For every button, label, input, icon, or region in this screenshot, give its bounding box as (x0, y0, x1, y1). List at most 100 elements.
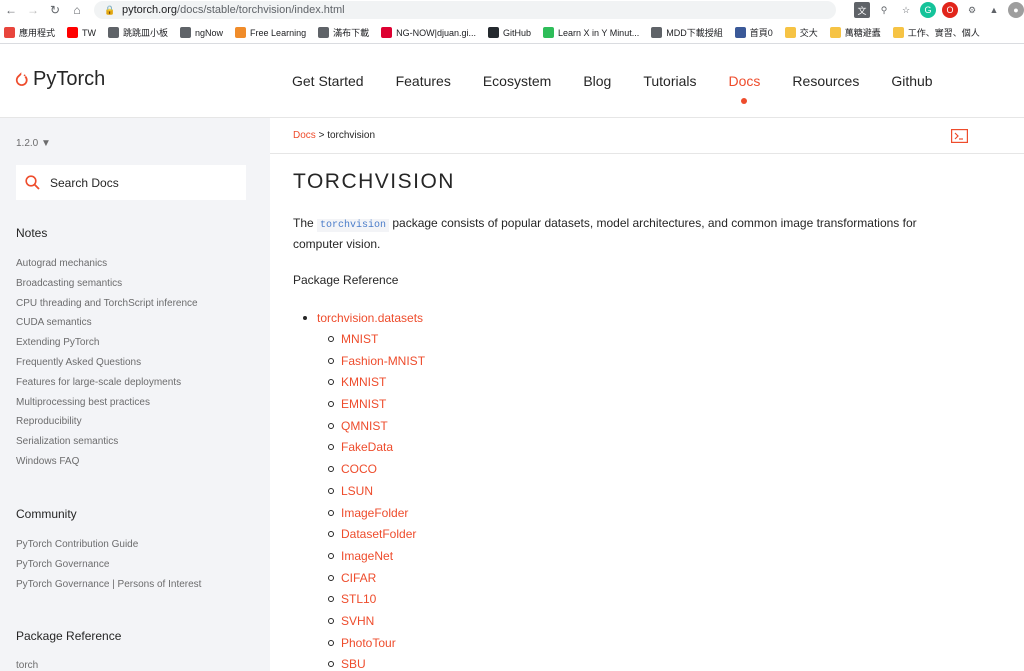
toc-dataset-link[interactable]: FakeData (317, 440, 425, 462)
toc-dataset-link[interactable]: QMNIST (317, 419, 425, 441)
toc-dataset-link[interactable]: LSUN (317, 484, 425, 506)
toc-dataset-link[interactable]: DatasetFolder (317, 527, 425, 549)
sidebar-note-link[interactable]: Extending PyTorch (16, 333, 198, 353)
bookmark-item[interactable]: TW (67, 27, 96, 38)
nav-item-docs[interactable]: Docs (729, 73, 760, 104)
terminal-icon[interactable] (951, 129, 968, 143)
folder-icon (784, 27, 796, 38)
bookmark-item[interactable]: GitHub (487, 27, 531, 38)
bookmark-item[interactable]: 萬糖避蠹 (829, 26, 881, 39)
reload-icon[interactable]: ↻ (44, 0, 66, 20)
nav-item-resources[interactable]: Resources (792, 73, 859, 89)
forward-arrow-icon[interactable]: → (22, 0, 44, 20)
puzzle-icon[interactable]: ⚙ (964, 2, 980, 18)
drive-icon[interactable]: ▲ (986, 2, 1002, 18)
bookmark-item[interactable]: Free Learning (235, 27, 306, 38)
nav-item-tutorials[interactable]: Tutorials (643, 73, 696, 89)
address-bar[interactable]: 🔒 pytorch.org/docs/stable/torchvision/in… (94, 1, 836, 19)
toc-datasets-link[interactable]: torchvision.datasets (303, 310, 425, 326)
nav-item-get-started[interactable]: Get Started (292, 73, 364, 89)
sidebar-note-link[interactable]: Broadcasting semantics (16, 274, 198, 294)
breadcrumb-current: torchvision (327, 130, 376, 141)
bookmark-item[interactable]: 交大 (784, 26, 818, 39)
page-title: TORCHVISION (293, 170, 455, 193)
back-arrow-icon[interactable]: ← (0, 0, 22, 20)
bookmark-item[interactable]: ngNow (180, 27, 223, 38)
bookmark-item[interactable]: MDD下載授組 (651, 26, 723, 39)
bookmark-item[interactable]: NG-NOW|djuan.gi... (381, 27, 476, 38)
toc-dataset-link[interactable]: PhotoTour (317, 636, 425, 658)
home-icon[interactable]: ⌂ (66, 0, 88, 20)
nav-item-blog[interactable]: Blog (583, 73, 611, 89)
toc-dataset-link[interactable]: MNIST (317, 332, 425, 354)
bookmark-item[interactable]: 滿布下載 (318, 26, 369, 39)
sidebar-note-link[interactable]: Frequently Asked Questions (16, 353, 198, 373)
sidebar-package-link[interactable]: torch (16, 656, 38, 671)
nav-item-github[interactable]: Github (891, 73, 932, 89)
package-reference-heading: Package Reference (293, 273, 399, 287)
globe-icon (651, 27, 663, 38)
sidebar-note-link[interactable]: Features for large-scale deployments (16, 373, 198, 393)
bookmark-label: TW (82, 27, 97, 38)
learnx-icon (542, 27, 554, 38)
opera-icon[interactable]: O (942, 2, 958, 18)
bookmark-item[interactable]: 首頁0 (734, 26, 773, 39)
toc-dataset-link[interactable]: KMNIST (317, 375, 425, 397)
bookmark-item[interactable]: Learn X in Y Minut... (542, 27, 639, 38)
zoom-icon[interactable]: ⚲ (876, 2, 892, 18)
bookmark-label: MDD下載授組 (666, 28, 723, 38)
breadcrumb-docs-link[interactable]: Docs (293, 130, 316, 141)
bookmark-item[interactable]: 工作、實習、個人 (892, 26, 980, 39)
translate-icon[interactable]: 文 (854, 2, 870, 18)
grammarly-icon[interactable]: G (920, 2, 936, 18)
toc-dataset-link[interactable]: STL10 (317, 592, 425, 614)
torchvision-code-link[interactable]: torchvision (317, 219, 390, 232)
logo-text: PyTorch (33, 68, 106, 90)
sidebar-community-link[interactable]: PyTorch Governance (16, 555, 201, 575)
bookmark-label: GitHub (502, 27, 531, 38)
toc-dataset-link[interactable]: Fashion-MNIST (317, 354, 425, 376)
apps-grid-icon (4, 27, 15, 38)
bookmark-item[interactable]: 應用程式 (4, 26, 55, 39)
nav-item-features[interactable]: Features (396, 73, 451, 89)
breadcrumb-row: Docs > torchvision (270, 118, 1024, 154)
url-host: pytorch.org (122, 4, 178, 16)
sidebar-note-link[interactable]: Windows FAQ (16, 452, 198, 472)
sidebar-community-link[interactable]: PyTorch Contribution Guide (16, 535, 201, 555)
bookmark-label: Free Learning (250, 27, 307, 38)
sidebar-note-link[interactable]: Reproducibility (16, 412, 198, 432)
folder-icon (892, 27, 904, 38)
toc-dataset-link[interactable]: ImageNet (317, 549, 425, 571)
search-input[interactable] (50, 175, 230, 190)
sidebar-community-link[interactable]: PyTorch Governance | Persons of Interest (16, 575, 201, 595)
extension-icon[interactable]: ● (1008, 2, 1024, 18)
sidebar-note-link[interactable]: CUDA semantics (16, 313, 198, 333)
toc-dataset-link[interactable]: EMNIST (317, 397, 425, 419)
sidebar-note-link[interactable]: Multiprocessing best practices (16, 393, 198, 413)
toc-dataset-link[interactable]: COCO (317, 462, 425, 484)
sidebar-note-link[interactable]: CPU threading and TorchScript inference (16, 294, 198, 314)
toc-dataset-link[interactable]: ImageFolder (317, 506, 425, 528)
bookmarks-bar: 應用程式 TW 跳跳皿小板 ngNow Free Learning 滿布下載 NG-NOW|… (0, 22, 1024, 44)
bookmark-label: 萬糖避蠹 (844, 28, 881, 38)
toc-dataset-link[interactable]: SVHN (317, 614, 425, 636)
notes-section-title: Notes (16, 226, 48, 240)
pytorch-logo[interactable]: PyTorch (15, 68, 105, 91)
site-header: PyTorch Get Started Features Ecosystem Blog… (0, 45, 1024, 118)
star-icon[interactable]: ☆ (898, 2, 914, 18)
version-selector[interactable]: 1.2.0 ▼ (16, 138, 51, 149)
sidebar-note-link[interactable]: Serialization semantics (16, 432, 198, 452)
toc-dataset-link[interactable]: SBU (317, 657, 425, 671)
package-list: torch (16, 656, 38, 671)
package-reference-section-title: Package Reference (16, 629, 122, 643)
nav-item-ecosystem[interactable]: Ecosystem (483, 73, 551, 89)
youtube-icon (67, 27, 79, 38)
toc-dataset-link[interactable]: CIFAR (317, 571, 425, 593)
sidebar-note-link[interactable]: Autograd mechanics (16, 254, 198, 274)
facebook-icon (734, 27, 746, 38)
globe-icon (180, 27, 192, 38)
bookmark-item[interactable]: 跳跳皿小板 (108, 26, 168, 39)
globe-icon (108, 27, 120, 38)
search-box[interactable] (16, 165, 246, 200)
pytorch-flame-icon (15, 72, 28, 86)
